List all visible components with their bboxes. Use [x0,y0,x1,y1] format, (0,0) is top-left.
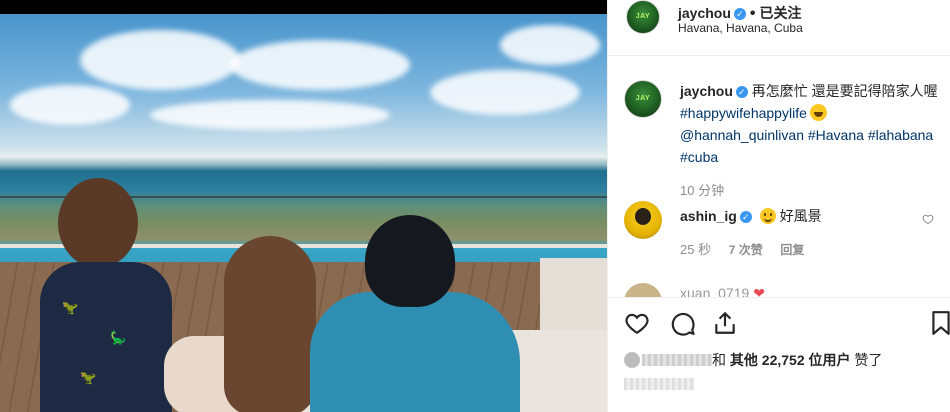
likes-users-label: 位用户 [808,352,851,368]
bookmark-icon[interactable] [928,310,950,336]
hashtag-link[interactable]: #happywifehappylife [680,105,807,121]
follow-button[interactable]: 已关注 [760,5,802,21]
next-comment-peek: xuan_0719 ❤ [624,283,944,297]
cloud [80,30,240,90]
laughing-emoji-icon [809,104,827,121]
avatar-text: JAY [635,13,651,21]
verified-badge-icon: ✓ [739,211,752,223]
child-head [58,178,138,268]
cloud [430,70,580,115]
avatar-text: JAY [635,94,651,102]
mention-link[interactable]: @hannah_quinlivan [680,127,804,143]
caption-time: 10 分钟 [680,183,725,198]
comment-time: 25 秒 [680,242,712,257]
post-header: JAY jaychou ✓ • 已关注 Havana, Havana, Cuba [608,0,950,56]
dino-print: 🦖 [62,300,79,315]
likes-count: 22,752 [761,352,805,368]
post-photo[interactable]: 🦖 🦕 🦖 [0,0,607,412]
hashtag-link[interactable]: #cuba [680,149,718,165]
child-shirt [40,262,172,412]
likes-connector: 和 [712,352,726,368]
cloud [10,85,130,125]
caption-text: jaychou ✓ 再怎麼忙 還是要記得陪家人喔 #happywifehappyl… [680,80,942,202]
author-username[interactable]: jaychou [678,5,731,21]
dot-separator: • [749,5,756,22]
comment-meta: 25 秒 7 次赞 回复 [680,239,804,258]
heart-icon[interactable] [624,310,650,336]
post-location[interactable]: Havana, Havana, Cuba [678,21,803,35]
cloud [500,25,600,65]
verified-badge-icon: ✓ [733,8,746,20]
commenter-username[interactable]: ashin_ig [680,208,737,224]
dino-print: 🦕 [110,330,127,345]
caption-avatar[interactable]: JAY [624,80,662,118]
dino-print: 🦖 [80,370,97,385]
photo-top-bar [0,0,607,14]
share-icon[interactable] [712,310,738,336]
stool [540,258,607,338]
adult-beanie [365,215,455,307]
comment-icon[interactable] [670,310,696,336]
likes-others-label: 其他 [729,352,758,368]
heart-emoji-icon: ❤ [753,285,766,297]
likes-suffix: 赞了 [854,352,883,368]
post-side-panel: JAY jaychou ✓ • 已关注 Havana, Havana, Cuba JA… [607,0,950,412]
likes-summary[interactable]: 和 其他 22,752 位用户 赞了 [624,350,882,370]
hashtag-link[interactable]: #Havana [808,127,864,143]
commenter-avatar[interactable] [624,201,662,239]
comment-like-heart-icon[interactable] [922,213,934,225]
hashtag-link[interactable]: #lahabana [868,127,933,143]
smile-emoji-icon [759,208,776,224]
comment-reply-button[interactable]: 回复 [780,243,804,257]
comment-likes-count[interactable]: 7 次赞 [729,243,763,257]
liker-avatar [624,352,640,368]
girl-hair [224,236,316,412]
cloud [150,100,390,130]
comment-text: 好風景 [779,208,822,224]
peek-avatar[interactable] [624,283,662,297]
header-row: jaychou ✓ • 已关注 [678,3,802,23]
liker-name-blurred [642,354,712,366]
blurred-date [624,378,694,390]
cloud [230,40,410,90]
peek-username: xuan_0719 ❤ [680,285,765,297]
author-avatar[interactable]: JAY [626,0,660,34]
verified-badge-icon: ✓ [735,86,748,98]
caption-body: 再怎麼忙 還是要記得陪家人喔 [751,83,938,99]
adult-shirt [310,292,520,412]
comment-body-row: ashin_ig ✓ 好風景 [680,206,822,226]
caption-username[interactable]: jaychou [680,83,733,99]
post-actions: 和 其他 22,752 位用户 赞了 [608,297,950,412]
